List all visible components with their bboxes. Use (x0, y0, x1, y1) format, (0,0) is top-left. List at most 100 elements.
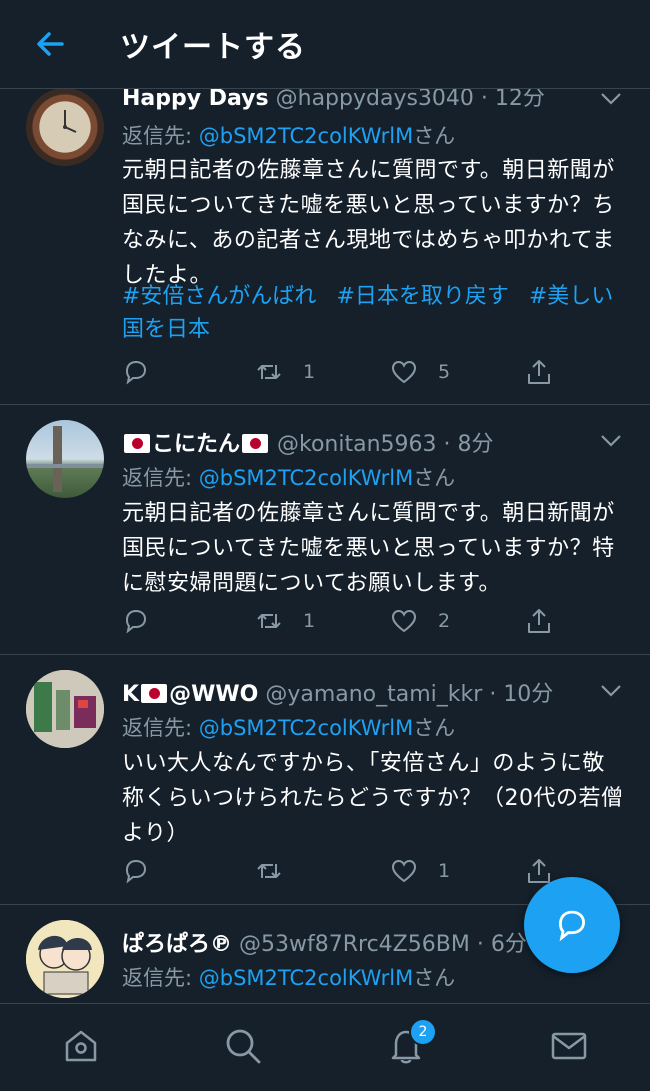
time-separator: · (480, 88, 495, 111)
reply-button[interactable] (122, 355, 170, 389)
reply-to-line: 返信先: @bSM2TC2colKWrlMさん (122, 120, 455, 150)
reply-button[interactable] (122, 854, 170, 888)
user-handle: @happydays3040 (275, 88, 474, 111)
like-icon (391, 609, 417, 633)
tweet-text: 元朝日記者の佐藤章さんに質問です。朝日新聞が国民についてきた嘘を悪いと思っていま… (122, 501, 615, 596)
hashtag[interactable]: #安倍さんがんばれ (122, 284, 316, 309)
tweet-header: Happy Days @happydays3040 · 12分 (122, 88, 600, 112)
signpost-image (26, 426, 104, 492)
like-icon (391, 859, 417, 883)
tweet[interactable]: こにたん @konitan5963 · 8分 返信先: @bSM2TC2colK… (0, 404, 650, 655)
tweet-text: 元朝日記者の佐藤章さんに質問です。朝日新聞が国民についてきた嘘を悪いと思っていま… (122, 158, 615, 288)
avatar[interactable] (26, 88, 104, 166)
time-separator: · (476, 932, 491, 957)
avatar[interactable] (26, 920, 104, 998)
retweet-button[interactable] (255, 854, 303, 888)
share-button[interactable] (525, 604, 553, 638)
reply-to-prefix: 返信先: (122, 466, 199, 490)
tweet-actions: 1 5 (122, 355, 627, 389)
reply-to-mention[interactable]: @bSM2TC2colKWrlM (199, 716, 413, 740)
reply-feed: Happy Days @happydays3040 · 12分 返信先: @bS… (0, 88, 650, 1002)
like-count: 1 (438, 860, 451, 882)
retweet-count: 1 (303, 361, 316, 383)
share-icon (528, 360, 550, 384)
like-icon (391, 360, 417, 384)
tweet-text: いい大人なんですから、「安倍さん」のように敬称くらいつけられたらどうですか？（2… (122, 751, 624, 846)
display-name[interactable]: ぱろぱろ℗ (122, 932, 232, 957)
retweet-icon (257, 365, 281, 379)
like-button[interactable]: 5 (390, 355, 450, 389)
avatar[interactable] (26, 670, 104, 748)
tweet-header: ぱろぱろ℗ @53wf87Rrc4Z56BM · 6分 (122, 926, 590, 958)
reply-to-prefix: 返信先: (122, 124, 199, 148)
reply-to-prefix: 返信先: (122, 966, 199, 990)
reply-to-line: 返信先: @bSM2TC2colKWrlMさん (122, 712, 455, 742)
home-icon[interactable] (61, 1026, 101, 1066)
tweet-actions: 1 2 (122, 604, 627, 638)
display-name-suffix: @WWO (169, 682, 259, 707)
bottom-tab-bar (0, 1003, 650, 1091)
reply-to-mention[interactable]: @bSM2TC2colKWrlM (199, 466, 413, 490)
retweet-icon (257, 614, 281, 628)
tweet-header: K @WWO @yamano_tami_kkr · 10分 (122, 676, 600, 708)
japan-flag-icon (242, 434, 269, 453)
user-handle: @53wf87Rrc4Z56BM (239, 932, 470, 957)
time-separator: · (489, 682, 504, 707)
reply-icon (125, 360, 147, 385)
retweet-button[interactable]: 1 (255, 604, 315, 638)
compose-reply-button[interactable] (524, 877, 620, 973)
reply-to-suffix: さん (413, 716, 456, 740)
display-name[interactable]: こにたん (152, 432, 240, 457)
user-handle: @yamano_tami_kkr (265, 682, 483, 707)
clock-image (63, 110, 77, 133)
time-separator: · (443, 432, 458, 457)
japan-flag-icon (141, 684, 168, 703)
japan-flag-icon (124, 434, 150, 453)
timestamp: 12分 (494, 88, 545, 111)
retweet-count: 1 (303, 610, 316, 632)
reply-button[interactable] (122, 604, 170, 638)
page-title: ツイートする (120, 30, 306, 65)
display-name[interactable]: K @WWO (122, 682, 258, 707)
reply-to-suffix: さん (413, 966, 456, 990)
hashtag-list: #安倍さんがんばれ #日本を取り戻す #美しい国を日本 (122, 280, 627, 346)
back-arrow-icon[interactable] (30, 24, 70, 64)
compose-reply-icon (559, 910, 585, 942)
reply-icon (125, 859, 147, 884)
chevron-down-icon[interactable] (600, 434, 622, 448)
reply-to-line: 返信先: @bSM2TC2colKWrlMさん (122, 962, 455, 992)
chevron-down-icon[interactable] (600, 684, 622, 698)
tweet[interactable]: K @WWO @yamano_tami_kkr · 10分 返信先: @bSM2T… (0, 654, 650, 905)
retweet-button[interactable]: 1 (255, 355, 315, 389)
timestamp: 10分 (503, 682, 554, 707)
search-icon[interactable] (223, 1026, 263, 1066)
notification-badge: 2 (409, 1018, 437, 1046)
like-button[interactable]: 2 (390, 604, 450, 638)
share-button[interactable] (525, 355, 553, 389)
retweet-icon (257, 864, 281, 878)
reply-to-suffix: さん (413, 124, 456, 148)
tweet[interactable]: Happy Days @happydays3040 · 12分 返信先: @bS… (0, 88, 650, 405)
street-scene-image (26, 670, 104, 748)
tweet-header: こにたん @konitan5963 · 8分 (122, 426, 600, 458)
like-button[interactable]: 1 (390, 854, 450, 888)
reply-to-mention[interactable]: @bSM2TC2colKWrlM (199, 124, 413, 148)
reply-to-suffix: さん (413, 466, 456, 490)
like-count: 5 (438, 361, 451, 383)
reply-to-mention[interactable]: @bSM2TC2colKWrlM (199, 966, 413, 990)
share-icon (528, 609, 550, 633)
share-icon (528, 859, 550, 883)
chevron-down-icon[interactable] (600, 92, 622, 106)
messages-icon[interactable] (549, 1026, 589, 1066)
like-count: 2 (438, 610, 451, 632)
display-name[interactable]: Happy Days (122, 88, 269, 111)
reply-icon (125, 609, 147, 634)
top-header: ツイートする (0, 0, 650, 89)
anime-characters-image (26, 920, 104, 998)
avatar[interactable] (26, 420, 104, 498)
hashtag[interactable]: #日本を取り戻す (336, 284, 508, 309)
reply-to-line: 返信先: @bSM2TC2colKWrlMさん (122, 462, 455, 492)
reply-to-prefix: 返信先: (122, 716, 199, 740)
timestamp: 6分 (490, 932, 527, 957)
user-handle: @konitan5963 (277, 432, 437, 457)
